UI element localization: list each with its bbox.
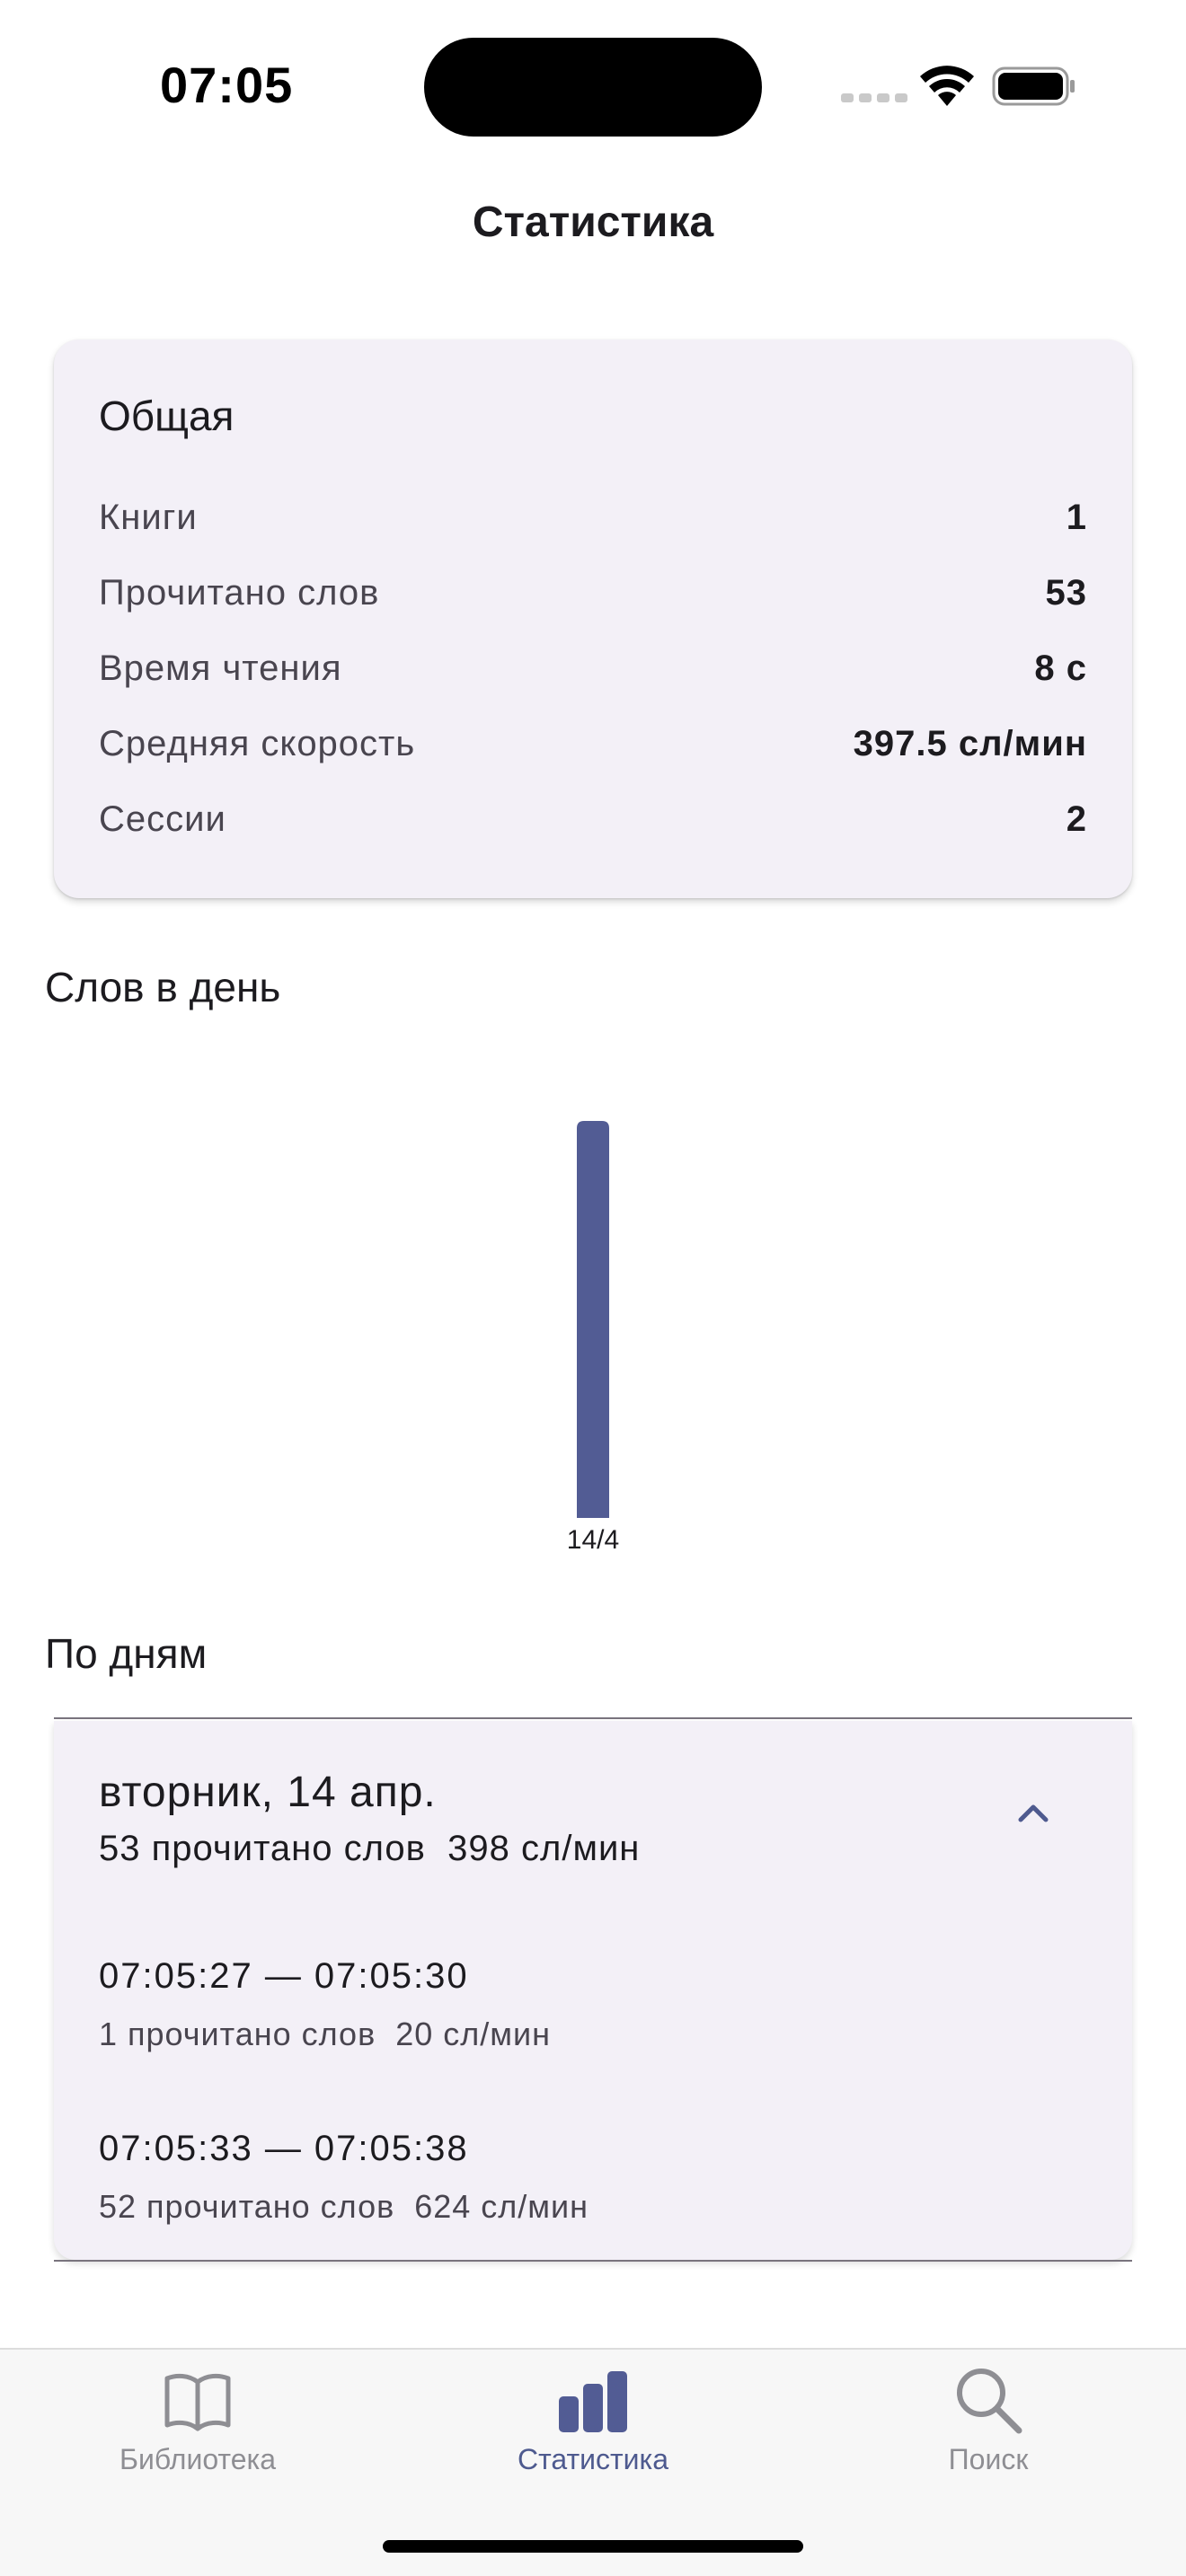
- home-indicator: [383, 2540, 803, 2553]
- general-stats-title: Общая: [99, 393, 235, 439]
- divider-top: [54, 1717, 1132, 1719]
- day-summary: 53 прочитано слов 398 сл/мин: [99, 1829, 641, 1868]
- session-summary: 1 прочитано слов 20 сл/мин: [99, 2016, 551, 2052]
- cellular-signal-icon: [841, 93, 907, 102]
- stat-value: 53: [1045, 572, 1087, 613]
- session-time: 07:05:33 — 07:05:38: [99, 2129, 469, 2168]
- session-summary: 52 прочитано слов 624 сл/мин: [99, 2188, 589, 2225]
- stat-label: Время чтения: [99, 648, 342, 688]
- divider-bottom: [54, 2260, 1132, 2262]
- tab-label: Поиск: [948, 2443, 1029, 2475]
- status-bar: 07:05: [0, 0, 1186, 171]
- chart-x-tick-label: 14/4: [567, 1525, 619, 1555]
- page-title: Статистика: [472, 198, 714, 246]
- stat-label: Прочитано слов: [99, 572, 380, 613]
- tab-label: Статистика: [517, 2443, 669, 2475]
- session-time: 07:05:27 — 07:05:30: [99, 1956, 469, 1996]
- chevron-up-icon[interactable]: [1012, 1791, 1055, 1834]
- stat-row-words-read: Прочитано слов 53: [99, 566, 1087, 620]
- battery-icon: [992, 66, 1075, 106]
- chart-bar: [577, 1121, 609, 1518]
- tab-statistics[interactable]: Статистика: [395, 2350, 791, 2511]
- stat-row-books: Книги 1: [99, 490, 1087, 544]
- stat-label: Средняя скорость: [99, 723, 416, 763]
- search-icon: [957, 2369, 1022, 2434]
- book-icon: [164, 2373, 231, 2431]
- stat-value: 8 с: [1034, 648, 1087, 688]
- stat-value: 1: [1066, 497, 1087, 537]
- stat-row-reading-time: Время чтения 8 с: [99, 641, 1087, 695]
- statistics-screen: 07:05 Статистика Общая Книги 1 Прочитано…: [0, 0, 1186, 2576]
- stat-value: 2: [1066, 798, 1087, 839]
- tab-label: Библиотека: [119, 2443, 276, 2475]
- tab-library[interactable]: Библиотека: [0, 2350, 395, 2511]
- day-date: вторник, 14 апр.: [99, 1769, 437, 1816]
- words-per-day-title: Слов в день: [45, 964, 281, 1010]
- general-stats-card: Общая Книги 1 Прочитано слов 53 Время чт…: [54, 340, 1132, 898]
- by-days-title: По дням: [45, 1630, 208, 1677]
- day-panel[interactable]: вторник, 14 апр. 53 прочитано слов 398 с…: [54, 1721, 1132, 2260]
- tab-search[interactable]: Поиск: [791, 2350, 1186, 2511]
- stat-label: Сессии: [99, 798, 226, 839]
- status-time: 07:05: [160, 57, 294, 113]
- stat-row-average-speed: Средняя скорость 397.5 сл/мин: [99, 717, 1087, 771]
- wifi-icon: [920, 66, 974, 106]
- stat-label: Книги: [99, 497, 198, 537]
- bar-chart-icon: [559, 2371, 627, 2432]
- stat-value: 397.5 сл/мин: [853, 723, 1087, 763]
- dynamic-island: [424, 38, 762, 137]
- stat-row-sessions: Сессии 2: [99, 792, 1087, 846]
- words-per-day-chart: 14/4: [567, 1121, 619, 1555]
